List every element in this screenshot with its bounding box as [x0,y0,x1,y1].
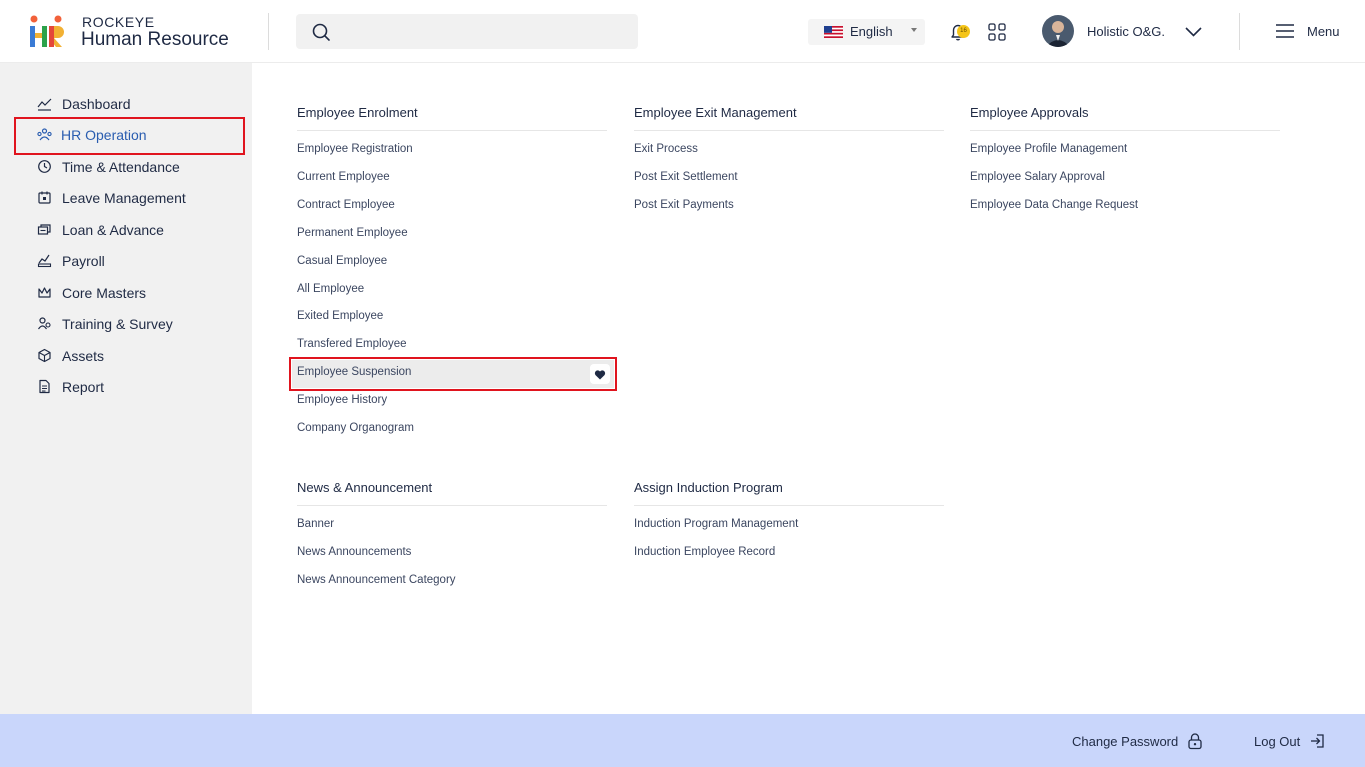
log-out-link[interactable]: Log Out [1254,734,1300,749]
menu-link-exited-employee[interactable]: Exited Employee [297,310,383,322]
section-divider [970,130,1280,131]
menu-link-news-announcement-category[interactable]: News Announcement Category [297,574,456,586]
menu-link-employee-data-change-request[interactable]: Employee Data Change Request [970,199,1138,211]
menu-link-employee-registration[interactable]: Employee Registration [297,143,413,155]
change-password-link[interactable]: Change Password [1072,734,1178,749]
top-header: ROCKEYE Human Resource English 16 Holist… [0,0,1365,63]
sidebar: Dashboard HR Operation Time & Attendance… [0,63,252,714]
sidebar-item-label: Training & Survey [62,316,173,332]
sidebar-item-label: Leave Management [62,190,186,206]
sidebar-item-label: HR Operation [61,127,147,143]
sidebar-item-label: Dashboard [62,96,131,112]
caret-down-icon [911,28,917,32]
menu-link-company-organogram[interactable]: Company Organogram [297,422,414,434]
crown-icon [38,287,51,298]
sidebar-item-label: Core Masters [62,285,147,301]
chevron-down-icon[interactable] [1185,27,1202,37]
menu-button[interactable]: Menu [1307,24,1340,39]
hr-logo[interactable] [29,15,65,48]
search-input[interactable] [296,14,638,49]
section-divider [297,505,607,506]
calendar-icon [38,191,51,204]
section-divider [634,130,944,131]
sidebar-item-time-attendance[interactable]: Time & Attendance [0,153,252,181]
menu-link-induction-employee-record[interactable]: Induction Employee Record [634,546,775,558]
avatar[interactable] [1042,15,1074,47]
menu-link-employee-history[interactable]: Employee History [297,394,387,406]
sidebar-item-loan-advance[interactable]: Loan & Advance [0,216,252,244]
sidebar-item-label: Loan & Advance [62,222,164,238]
sidebar-item-payroll[interactable]: Payroll [0,247,252,275]
section-title-news: News & Announcement [297,480,433,495]
apps-grid-icon[interactable] [988,23,1006,41]
chart-line-icon [37,98,52,111]
sidebar-item-assets[interactable]: Assets [0,342,252,370]
brand-product: Human Resource [81,29,229,50]
menu-link-banner[interactable]: Banner [297,518,334,530]
section-divider [634,505,944,506]
brand-company: ROCKEYE [82,14,155,30]
user-name[interactable]: Holistic O&G. [1087,24,1165,39]
heart-favorite-icon[interactable] [590,364,610,384]
cube-icon [38,348,51,363]
menu-link-all-employee[interactable]: All Employee [297,283,364,295]
menu-link-employee-salary-approval[interactable]: Employee Salary Approval [970,171,1105,183]
sidebar-item-core-masters[interactable]: Core Masters [0,279,252,307]
menu-link-exit-process[interactable]: Exit Process [634,143,698,155]
us-flag-icon [824,26,843,38]
cash-stack-icon [37,224,51,235]
sidebar-item-label: Time & Attendance [62,159,180,175]
mega-menu-panel [252,63,1365,714]
menu-link-employee-suspension[interactable]: Employee Suspension [297,366,411,378]
menu-link-transfered-employee[interactable]: Transfered Employee [297,338,407,350]
menu-link-permanent-employee[interactable]: Permanent Employee [297,227,408,239]
document-icon [39,379,50,394]
menu-link-casual-employee[interactable]: Casual Employee [297,255,387,267]
header-divider-right [1239,13,1240,50]
sidebar-item-label: Assets [62,348,105,364]
sidebar-item-leave-management[interactable]: Leave Management [0,184,252,212]
notification-badge: 16 [957,25,970,38]
search-icon[interactable] [311,22,331,42]
sidebar-item-hr-operation[interactable]: HR Operation [0,121,252,149]
section-title-induction: Assign Induction Program [634,480,783,495]
menu-link-post-exit-settlement[interactable]: Post Exit Settlement [634,171,738,183]
footer-bar: Change Password Log Out [0,714,1365,767]
hamburger-icon[interactable] [1275,23,1295,39]
language-label: English [850,24,893,39]
sidebar-item-label: Report [62,379,105,395]
header-divider [268,13,269,50]
sidebar-item-training-survey[interactable]: Training & Survey [0,310,252,338]
menu-link-induction-program-management[interactable]: Induction Program Management [634,518,798,530]
menu-link-employee-profile-management[interactable]: Employee Profile Management [970,143,1127,155]
clock-history-icon [38,160,51,173]
payroll-chart-icon [37,254,52,268]
people-network-icon [37,128,52,141]
section-title-approvals: Employee Approvals [970,105,1089,120]
language-select[interactable]: English [808,19,925,45]
menu-link-current-employee[interactable]: Current Employee [297,171,390,183]
sidebar-item-report[interactable]: Report [0,373,252,401]
menu-link-post-exit-payments[interactable]: Post Exit Payments [634,199,734,211]
section-title-enrolment: Employee Enrolment [297,105,418,120]
logout-icon[interactable] [1309,732,1327,750]
users-icon [38,317,51,330]
section-divider [297,130,607,131]
section-title-exit: Employee Exit Management [634,105,797,120]
sidebar-item-dashboard[interactable]: Dashboard [0,90,252,118]
menu-link-contract-employee[interactable]: Contract Employee [297,199,395,211]
sidebar-item-label: Payroll [62,253,105,269]
menu-link-news-announcements[interactable]: News Announcements [297,546,411,558]
lock-icon[interactable] [1186,732,1204,750]
